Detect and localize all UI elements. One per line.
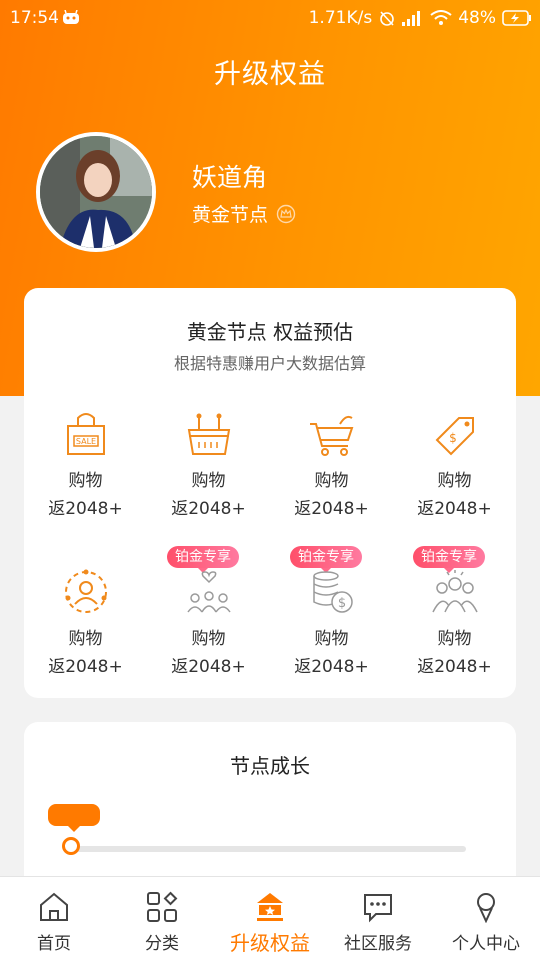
upgrade-crown-icon (257, 893, 283, 921)
coins-dollar-icon: $ (313, 571, 353, 613)
benefit-value: 返2048+ (171, 499, 246, 519)
category-grid-icon (147, 891, 178, 922)
shopping-basket-icon (187, 413, 231, 455)
benefit-label: 购物 (191, 471, 226, 491)
benefit-label: 购物 (68, 629, 103, 649)
tab-home[interactable]: 首页 (0, 877, 108, 961)
alarm-off-icon (380, 11, 395, 26)
user-network-icon (65, 569, 107, 613)
benefit-value: 返2048+ (417, 657, 492, 677)
shopping-cart-icon (310, 415, 354, 456)
benefit-item[interactable]: 铂金专享 $ 购物 返2048+ (270, 546, 393, 698)
svg-text:SALE: SALE (76, 437, 96, 446)
shopping-bag-sale-icon: SALE (67, 413, 105, 455)
platinum-badge: 铂金专享 (413, 546, 485, 573)
tab-upgrade-benefits[interactable]: 升级权益 (216, 877, 324, 961)
benefit-item[interactable]: $ 购物 返2048+ (393, 410, 516, 540)
battery-charging-icon (502, 10, 531, 26)
svg-text:$: $ (338, 596, 346, 611)
status-bar: 17:54 1.71K/s 48% (0, 0, 540, 36)
benefit-label: 购物 (314, 471, 349, 491)
benefit-label: 购物 (191, 629, 226, 649)
battery-percent: 48% (458, 8, 496, 28)
tab-label: 首页 (37, 934, 71, 954)
user-level-label: 黄金节点 (192, 204, 269, 226)
benefit-label: 购物 (314, 629, 349, 649)
benefit-label: 购物 (437, 471, 472, 491)
page-title: 升级权益 (214, 59, 326, 90)
person-icon (477, 893, 495, 923)
tab-label: 分类 (145, 934, 179, 954)
tab-label: 升级权益 (230, 931, 310, 955)
avatar-photo (40, 136, 152, 248)
benefit-item[interactable]: 购物 返2048+ (147, 410, 270, 540)
benefit-value: 返2048+ (48, 499, 123, 519)
benefit-item[interactable]: 购物 返2048+ (24, 568, 147, 698)
tab-community[interactable]: 社区服务 (324, 877, 432, 961)
benefit-value: 返2048+ (294, 657, 369, 677)
platinum-badge: 铂金专享 (290, 546, 362, 573)
network-speed: 1.71K/s (308, 8, 373, 28)
benefit-item[interactable]: 铂金专享 购物 返2048+ (393, 546, 516, 698)
home-icon (40, 892, 68, 921)
growth-progress-knob[interactable] (62, 837, 80, 855)
benefit-value: 返2048+ (294, 499, 369, 519)
benefit-label: 购物 (68, 471, 103, 491)
user-level: 黄金节点 (192, 200, 296, 227)
user-name: 妖道角 (192, 163, 268, 192)
benefit-item[interactable]: SALE 购物 返2048+ (24, 410, 147, 540)
svg-text:$: $ (449, 431, 457, 445)
wifi-icon (430, 10, 452, 25)
bottom-tab-bar: 首页 分类 升级权益 社区服务 个人中心 (0, 876, 540, 961)
tab-category[interactable]: 分类 (108, 877, 216, 961)
benefit-estimate-card: 黄金节点 权益预估 根据特惠赚用户大数据估算 SALE 购物 返2048+ 购物… (24, 288, 516, 698)
app-notification-icon (63, 10, 79, 24)
community-group-icon (187, 571, 231, 613)
platinum-badge: 铂金专享 (167, 546, 239, 573)
estimate-title: 黄金节点 权益预估 (186, 320, 354, 344)
growth-progress-track (72, 846, 466, 852)
crown-badge-icon (276, 204, 296, 223)
price-tag-icon: $ (435, 417, 474, 456)
tab-label: 个人中心 (452, 934, 520, 954)
benefit-item[interactable]: 购物 返2048+ (270, 410, 393, 540)
benefit-label: 购物 (437, 629, 472, 649)
chat-bubble-icon (364, 894, 392, 923)
tab-label: 社区服务 (344, 934, 412, 954)
benefit-value: 返2048+ (171, 657, 246, 677)
status-time: 17:54 (10, 8, 59, 28)
growth-tooltip (48, 804, 100, 832)
estimate-subtitle: 根据特惠赚用户大数据估算 (173, 354, 366, 373)
tab-profile[interactable]: 个人中心 (432, 877, 540, 961)
signal-icon (402, 11, 421, 26)
growth-title: 节点成长 (230, 754, 310, 778)
benefit-value: 返2048+ (48, 657, 123, 677)
benefit-value: 返2048+ (417, 499, 492, 519)
benefit-item[interactable]: 铂金专享 购物 返2048+ (147, 546, 270, 698)
avatar[interactable] (36, 132, 156, 252)
team-people-icon (432, 570, 478, 613)
